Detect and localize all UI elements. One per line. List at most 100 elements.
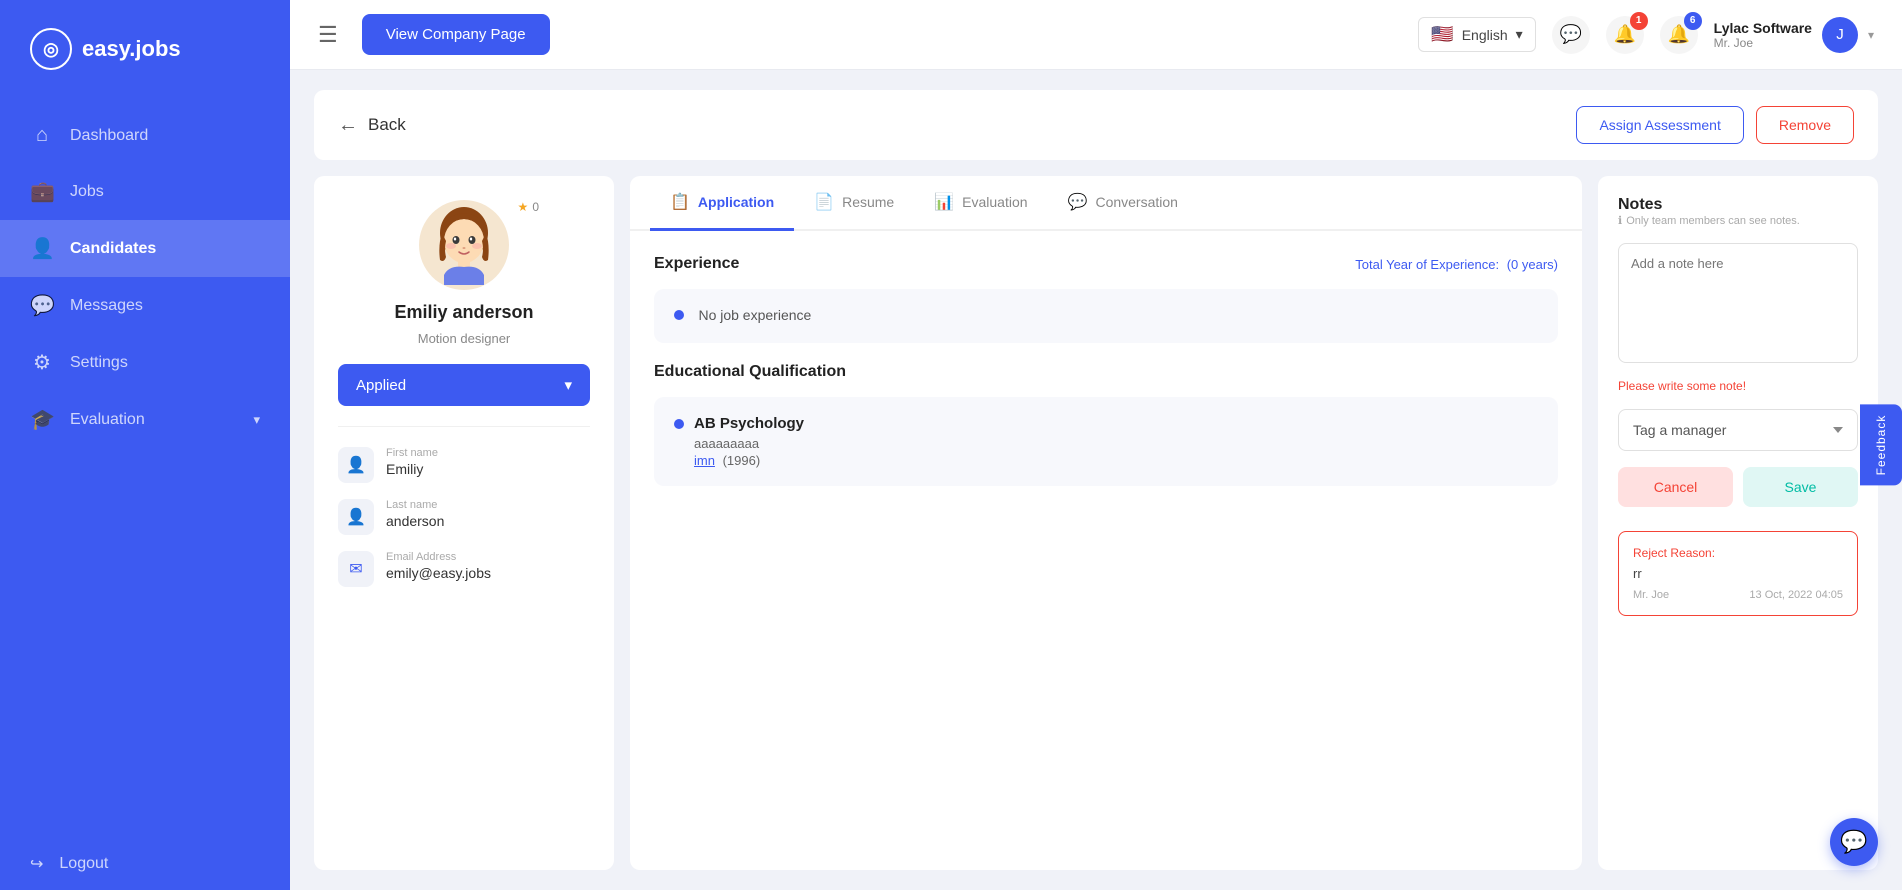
feedback-label[interactable]: Feedback <box>1860 405 1902 486</box>
user-name: Mr. Joe <box>1714 36 1812 50</box>
tab-conversation[interactable]: 💬 Conversation <box>1048 176 1198 231</box>
info-row-firstname: 👤 First name Emiliy <box>338 447 590 483</box>
save-note-button[interactable]: Save <box>1743 467 1858 507</box>
hamburger-menu-icon[interactable]: ☰ <box>318 22 338 48</box>
tab-application-label: Application <box>698 194 774 210</box>
email-value: emily@easy.jobs <box>386 565 491 581</box>
back-actions: Assign Assessment Remove <box>1576 106 1854 144</box>
edu-link[interactable]: imn <box>694 453 715 468</box>
sidebar-item-label: Jobs <box>70 183 104 201</box>
notification-button[interactable]: 🔔 1 <box>1606 16 1644 54</box>
user-details: Lylac Software Mr. Joe <box>1714 20 1812 50</box>
email-label: Email Address <box>386 551 491 563</box>
reject-meta: Mr. Joe 13 Oct, 2022 04:05 <box>1633 589 1843 601</box>
candidate-avatar <box>419 200 509 290</box>
star-rating: ★ 0 <box>518 200 539 214</box>
info-row-lastname: 👤 Last name anderson <box>338 499 590 535</box>
messages-icon: 💬 <box>30 293 54 318</box>
view-company-button[interactable]: View Company Page <box>362 14 550 55</box>
evaluation-tab-icon: 📊 <box>934 192 954 212</box>
sidebar-item-label: Messages <box>70 297 143 315</box>
star-count: 0 <box>532 200 539 214</box>
back-button[interactable]: ← Back <box>338 114 406 137</box>
last-name-label: Last name <box>386 499 444 511</box>
notification-badge: 1 <box>1630 12 1648 30</box>
bullet-icon <box>674 419 684 429</box>
sidebar-item-evaluation[interactable]: 🎓 Evaluation ▾ <box>0 391 290 448</box>
logout-button[interactable]: ↪ Logout <box>0 838 290 890</box>
info-row-email: ✉ Email Address emily@easy.jobs <box>338 551 590 587</box>
notes-actions: Cancel Save <box>1618 467 1858 507</box>
avatar-wrapper: ★ 0 <box>419 200 509 290</box>
sidebar-item-jobs[interactable]: 💼 Jobs <box>0 163 290 220</box>
language-label: English <box>1462 27 1508 43</box>
status-label: Applied <box>356 377 406 394</box>
back-arrow-icon: ← <box>338 114 358 137</box>
status-dropdown[interactable]: Applied ▾ <box>338 364 590 406</box>
resume-tab-icon: 📄 <box>814 192 834 212</box>
cancel-note-button[interactable]: Cancel <box>1618 467 1733 507</box>
reject-user: Mr. Joe <box>1633 589 1669 601</box>
sidebar-item-messages[interactable]: 💬 Messages <box>0 277 290 334</box>
avatar: J <box>1822 17 1858 53</box>
chevron-down-icon: ▾ <box>1868 28 1874 42</box>
chat-button[interactable]: 💬 <box>1552 16 1590 54</box>
experience-meta: Total Year of Experience: (0 years) <box>1355 257 1558 272</box>
logout-icon: ↪ <box>30 854 43 874</box>
tag-manager-select[interactable]: Tag a manager <box>1618 409 1858 451</box>
back-label: Back <box>368 115 406 135</box>
remove-button[interactable]: Remove <box>1756 106 1854 144</box>
chat-bubble-icon: 💬 <box>1840 829 1867 855</box>
sidebar-item-label: Dashboard <box>70 127 148 145</box>
flag-icon: 🇺🇸 <box>1431 24 1453 45</box>
notes-subtitle: ℹ Only team members can see notes. <box>1618 214 1858 227</box>
sidebar-item-settings[interactable]: ⚙ Settings <box>0 334 290 391</box>
tabs-bar: 📋 Application 📄 Resume 📊 Evaluation 💬 Co… <box>630 176 1582 231</box>
tab-evaluation-label: Evaluation <box>962 194 1027 210</box>
first-name-label: First name <box>386 447 438 459</box>
alert-button[interactable]: 🔔 6 <box>1660 16 1698 54</box>
back-bar: ← Back Assign Assessment Remove <box>314 90 1878 160</box>
logo-text: easy.jobs <box>82 36 181 62</box>
no-experience-text: No job experience <box>698 307 811 323</box>
tab-content: Experience Total Year of Experience: (0 … <box>630 231 1582 870</box>
jobs-icon: 💼 <box>30 179 54 204</box>
email-icon: ✉ <box>338 551 374 587</box>
settings-icon: ⚙ <box>30 350 54 375</box>
evaluation-icon: 🎓 <box>30 407 54 432</box>
application-tab-icon: 📋 <box>670 192 690 212</box>
sidebar-nav: ⌂ Dashboard 💼 Jobs 👤 Candidates 💬 Messag… <box>0 98 290 838</box>
candidates-icon: 👤 <box>30 236 54 261</box>
tab-resume[interactable]: 📄 Resume <box>794 176 914 231</box>
sidebar-item-dashboard[interactable]: ⌂ Dashboard <box>0 108 290 163</box>
feedback-tab[interactable]: Feedback <box>1860 405 1902 486</box>
chat-bubble-button[interactable]: 💬 <box>1830 818 1878 866</box>
company-name: Lylac Software <box>1714 20 1812 36</box>
content-area: ★ 0 Emiliy anderson Motion designer Appl… <box>314 176 1878 870</box>
institution-name: aaaaaaaaa <box>694 436 1538 451</box>
logo-icon: ◎ <box>30 28 72 70</box>
degree-title: AB Psychology <box>694 415 804 432</box>
experience-section-header: Experience Total Year of Experience: (0 … <box>654 255 1558 273</box>
first-name-value: Emiliy <box>386 461 438 477</box>
tab-evaluation[interactable]: 📊 Evaluation <box>914 176 1047 231</box>
experience-title: Experience <box>654 255 739 273</box>
candidate-name: Emiliy anderson <box>394 302 533 323</box>
user-initials: J <box>1836 26 1844 43</box>
page-area: ← Back Assign Assessment Remove <box>290 70 1902 890</box>
user-info[interactable]: Lylac Software Mr. Joe J ▾ <box>1714 17 1874 53</box>
chevron-down-icon: ▾ <box>564 376 572 394</box>
education-section-header: Educational Qualification <box>654 363 1558 381</box>
alert-badge: 6 <box>1684 12 1702 30</box>
conversation-tab-icon: 💬 <box>1068 192 1088 212</box>
chevron-down-icon: ▾ <box>1516 26 1523 43</box>
middle-panel: 📋 Application 📄 Resume 📊 Evaluation 💬 Co… <box>630 176 1582 870</box>
sidebar-item-candidates[interactable]: 👤 Candidates <box>0 220 290 277</box>
main-content: ☰ View Company Page 🇺🇸 English ▾ 💬 🔔 1 🔔… <box>290 0 1902 890</box>
notes-textarea[interactable] <box>1618 243 1858 363</box>
last-name-value: anderson <box>386 513 444 529</box>
left-panel: ★ 0 Emiliy anderson Motion designer Appl… <box>314 176 614 870</box>
assign-assessment-button[interactable]: Assign Assessment <box>1576 106 1743 144</box>
tab-application[interactable]: 📋 Application <box>650 176 794 231</box>
language-selector[interactable]: 🇺🇸 English ▾ <box>1418 17 1535 52</box>
